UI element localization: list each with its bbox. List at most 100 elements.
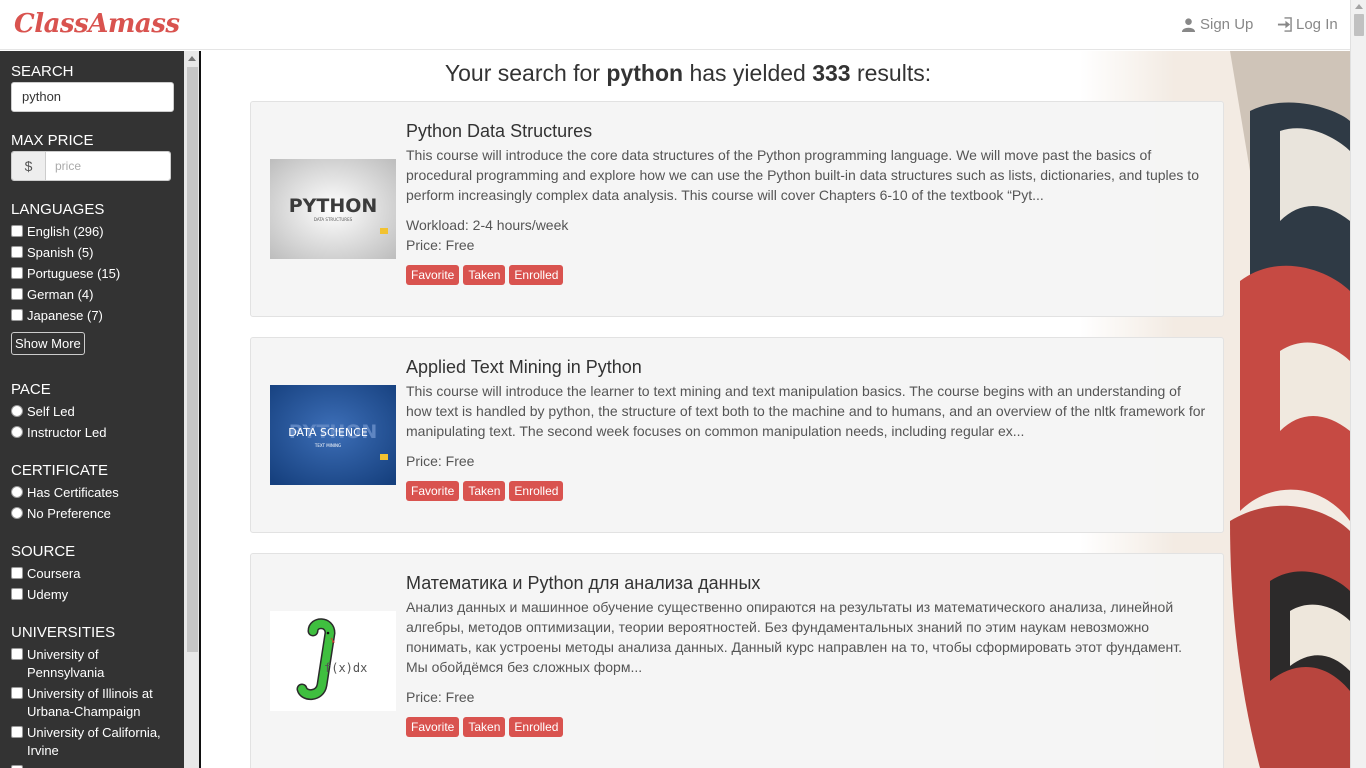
course-workload: Workload: 2-4 hours/week (406, 217, 569, 233)
scroll-up-arrow-icon[interactable] (188, 56, 196, 61)
checkbox[interactable] (11, 267, 23, 279)
currency-addon: $ (12, 152, 46, 180)
headline-count: 333 (812, 60, 851, 86)
course-title[interactable]: Python Data Structures (406, 121, 592, 142)
language-option-japanese[interactable]: Japanese (7) (11, 307, 176, 325)
headline-prefix: Your search for (444, 60, 601, 86)
checkbox[interactable] (11, 567, 23, 579)
taken-button[interactable]: Taken (463, 717, 506, 737)
course-card: PYTHON DATA SCIENCE TEXT MINING Applied … (250, 337, 1224, 533)
sign-in-icon (1277, 17, 1292, 32)
course-price: Price: Free (406, 453, 475, 469)
source-option-udemy[interactable]: Udemy (11, 586, 176, 604)
enrolled-button[interactable]: Enrolled (509, 717, 564, 737)
course-price: Price: Free (406, 689, 475, 705)
option-label: German (4) (27, 287, 94, 302)
search-input[interactable]: python (11, 82, 174, 112)
certificate-heading: CERTIFICATE (11, 462, 108, 479)
option-label: Spanish (5) (27, 245, 94, 260)
checkbox[interactable] (11, 588, 23, 600)
option-label: Coursera (27, 566, 81, 581)
thumb-title: f(x)dx (324, 661, 367, 675)
option-label: Self Led (27, 404, 75, 419)
taken-button[interactable]: Taken (463, 265, 506, 285)
favorite-button[interactable]: Favorite (406, 265, 460, 285)
option-label: No Preference (27, 506, 111, 521)
course-title[interactable]: Математика и Python для анализа данных (406, 573, 760, 594)
thumb-title: PYTHON (289, 195, 378, 217)
window-scrollbar[interactable] (1350, 0, 1366, 768)
max-price-field[interactable]: $ price (11, 151, 171, 181)
pace-option-instructor-led[interactable]: Instructor Led (11, 424, 176, 442)
course-thumbnail[interactable]: PYTHON DATA SCIENCE TEXT MINING (270, 385, 396, 485)
checkbox[interactable] (11, 246, 23, 258)
favorite-button[interactable]: Favorite (406, 717, 460, 737)
signup-link[interactable]: Sign Up (1181, 16, 1253, 33)
course-thumbnail[interactable]: PYTHON DATA STRUCTURES (270, 159, 396, 259)
thumb-subtitle: TEXT MINING (314, 443, 341, 448)
thumb-title: DATA SCIENCE (288, 426, 368, 439)
umich-logo-icon (380, 228, 388, 234)
course-price: Price: Free (406, 237, 475, 253)
source-option-coursera[interactable]: Coursera (11, 565, 176, 583)
course-card: f(x)dx Математика и Python для анализа д… (250, 553, 1224, 768)
radio[interactable] (11, 486, 23, 498)
option-label: University of Illinois at Urbana-Champai… (27, 686, 153, 719)
results-headline: Your search for python has yielded 333 r… (203, 60, 1173, 87)
course-title[interactable]: Applied Text Mining in Python (406, 357, 642, 378)
sidebar-scrollbar-thumb[interactable] (187, 67, 198, 652)
languages-heading: LANGUAGES (11, 201, 105, 218)
favorite-button[interactable]: Favorite (406, 481, 460, 501)
filter-sidebar: SEARCH python MAX PRICE $ price LANGUAGE… (0, 51, 201, 768)
certificate-option-has[interactable]: Has Certificates (11, 484, 176, 502)
thumb-subtitle: DATA STRUCTURES (314, 217, 353, 222)
radio[interactable] (11, 507, 23, 519)
university-option-upenn[interactable]: University of Pennsylvania (11, 646, 176, 682)
option-label: University of California, Irvine (27, 725, 161, 758)
option-label: Portuguese (15) (27, 266, 121, 281)
login-link[interactable]: Log In (1277, 16, 1338, 33)
site-logo[interactable]: ClassAmass (14, 9, 180, 39)
enrolled-button[interactable]: Enrolled (509, 481, 564, 501)
university-option-uiuc[interactable]: University of Illinois at Urbana-Champai… (11, 685, 176, 721)
checkbox[interactable] (11, 687, 23, 699)
taken-button[interactable]: Taken (463, 481, 506, 501)
course-description: Анализ данных и машинное обучение сущест… (406, 599, 1182, 675)
show-more-button[interactable]: Show More (11, 332, 85, 355)
certificate-option-no-preference[interactable]: No Preference (11, 505, 176, 523)
scroll-up-arrow-icon[interactable] (1355, 4, 1363, 9)
price-input[interactable]: price (46, 152, 170, 180)
results-main: Your search for python has yielded 333 r… (203, 51, 1350, 768)
scrollbar-thumb[interactable] (1354, 14, 1364, 36)
radio[interactable] (11, 426, 23, 438)
option-label: English (296) (27, 224, 104, 239)
universities-heading: UNIVERSITIES (11, 624, 116, 641)
university-option-partial[interactable] (11, 763, 176, 768)
headline-query: python (606, 60, 684, 86)
university-option-uci[interactable]: University of California, Irvine (11, 724, 176, 760)
course-thumbnail[interactable]: f(x)dx (270, 611, 396, 711)
enrolled-button[interactable]: Enrolled (509, 265, 564, 285)
language-option-english[interactable]: English (296) (11, 223, 176, 241)
language-option-portuguese[interactable]: Portuguese (15) (11, 265, 176, 283)
option-label: Udemy (27, 587, 69, 602)
checkbox[interactable] (11, 288, 23, 300)
login-label: Log In (1296, 16, 1338, 33)
top-navbar: ClassAmass Sign Up Log In (0, 0, 1350, 50)
pace-option-self-led[interactable]: Self Led (11, 403, 176, 421)
checkbox[interactable] (11, 648, 23, 660)
checkbox[interactable] (11, 309, 23, 321)
option-label: Japanese (7) (27, 308, 103, 323)
checkbox[interactable] (11, 726, 23, 738)
language-option-german[interactable]: German (4) (11, 286, 176, 304)
sidebar-scrollbar[interactable] (184, 51, 199, 768)
checkbox[interactable] (11, 225, 23, 237)
language-option-spanish[interactable]: Spanish (5) (11, 244, 176, 262)
user-icon (1181, 18, 1196, 32)
headline-middle: has yielded (689, 60, 806, 86)
headline-suffix: results: (856, 60, 932, 86)
option-label: Instructor Led (27, 425, 107, 440)
signup-label: Sign Up (1200, 16, 1254, 33)
pace-heading: PACE (11, 381, 51, 398)
radio[interactable] (11, 405, 23, 417)
